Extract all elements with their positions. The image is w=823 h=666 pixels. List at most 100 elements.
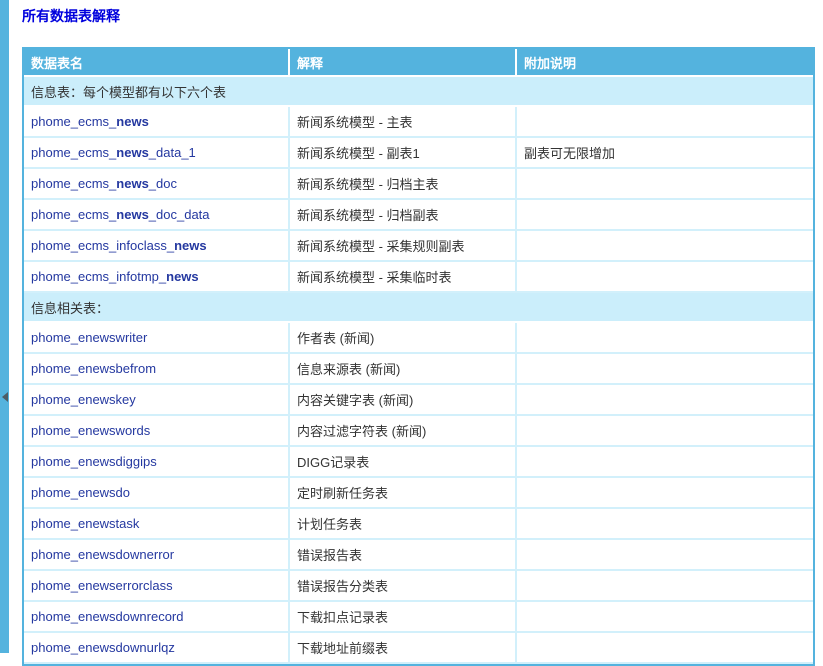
table-note-cell — [517, 540, 813, 571]
table-row: phome_enewswriter 作者表 (新闻) — [24, 323, 813, 354]
table-name-suffix-text: _doc — [149, 176, 177, 191]
table-row: phome_enewstask 计划任务表 — [24, 509, 813, 540]
table-note-cell — [517, 385, 813, 416]
database-tables-table: 数据表名 解释 附加说明 信息表：每个模型都有以下六个表phome_ecms_n… — [22, 47, 815, 666]
table-name-text: phome_enewskey — [31, 392, 136, 407]
table-note-cell — [517, 107, 813, 138]
table-explanation-cell: 内容过滤字符表 (新闻) — [290, 416, 517, 447]
table-note-cell — [517, 354, 813, 385]
table-explanation-cell: 新闻系统模型 - 归档主表 — [290, 169, 517, 200]
table-note-cell — [517, 509, 813, 540]
table-name-cell: phome_ecms_infotmp_news — [24, 262, 290, 293]
column-header-explanation: 解释 — [290, 49, 517, 77]
table-name-cell: phome_enewsdownurlqz — [24, 633, 290, 664]
table-explanation-cell: 新闻系统模型 - 副表1 — [290, 138, 517, 169]
table-row: phome_ecms_news新闻系统模型 - 主表 — [24, 107, 813, 138]
table-row: phome_enewsdownerror错误报告表 — [24, 540, 813, 571]
table-explanation-cell: 新闻系统模型 - 主表 — [290, 107, 517, 138]
table-name-text: phome_enewsdo — [31, 485, 130, 500]
table-note-cell: 副表可无限增加 — [517, 138, 813, 169]
table-name-text: phome_ecms_infoclass_ — [31, 238, 174, 253]
table-note-cell — [517, 231, 813, 262]
section-label: 信息相关表： — [24, 293, 813, 323]
table-name-text: phome_enewsdiggips — [31, 454, 157, 469]
table-row: phome_enewsdownrecord 下载扣点记录表 — [24, 602, 813, 633]
table-note-cell — [517, 447, 813, 478]
table-row: phome_enewsbefrom 信息来源表 (新闻) — [24, 354, 813, 385]
table-name-text: phome_enewserrorclass — [31, 578, 173, 593]
table-name-text: phome_ecms_ — [31, 176, 116, 191]
table-name-suffix-text: _data_1 — [149, 145, 196, 160]
table-name-cell: phome_ecms_infoclass_news — [24, 231, 290, 262]
table-header-row: 数据表名 解释 附加说明 — [24, 49, 813, 77]
table-note-cell — [517, 478, 813, 509]
table-name-text: phome_enewstask — [31, 516, 139, 531]
table-name-text: phome_enewsdownerror — [31, 547, 174, 562]
table-name-cell: phome_enewswriter — [24, 323, 290, 354]
table-note-cell — [517, 602, 813, 633]
table-name-bold-text: news — [116, 176, 149, 191]
table-note-cell — [517, 262, 813, 293]
table-name-cell: phome_enewsdo — [24, 478, 290, 509]
table-row: phome_ecms_infoclass_news新闻系统模型 - 采集规则副表 — [24, 231, 813, 262]
table-name-cell: phome_enewsbefrom — [24, 354, 290, 385]
table-name-suffix-text: _doc_data — [149, 207, 210, 222]
section-row: 信息相关表： — [24, 293, 813, 323]
table-explanation-cell: 信息来源表 (新闻) — [290, 354, 517, 385]
table-name-cell: phome_enewsdownerror — [24, 540, 290, 571]
table-note-cell — [517, 169, 813, 200]
table-explanation-cell: 错误报告分类表 — [290, 571, 517, 602]
table-row: phome_enewsdo 定时刷新任务表 — [24, 478, 813, 509]
table-row: phome_ecms_news_doc_data新闻系统模型 - 归档副表 — [24, 200, 813, 231]
table-row: phome_enewsdownurlqz下载地址前缀表 — [24, 633, 813, 664]
table-name-bold-text: news — [174, 238, 207, 253]
table-name-cell: phome_ecms_news_data_1 — [24, 138, 290, 169]
table-explanation-cell: 计划任务表 — [290, 509, 517, 540]
table-name-text: phome_enewswriter — [31, 330, 147, 345]
table-row: phome_ecms_infotmp_news新闻系统模型 - 采集临时表 — [24, 262, 813, 293]
table-explanation-cell: 新闻系统模型 - 采集临时表 — [290, 262, 517, 293]
table-explanation-cell: 下载地址前缀表 — [290, 633, 517, 664]
table-name-bold-text: news — [116, 145, 149, 160]
table-name-cell: phome_ecms_news — [24, 107, 290, 138]
table-name-cell: phome_enewstask — [24, 509, 290, 540]
table-note-cell — [517, 633, 813, 664]
table-explanation-cell: 下载扣点记录表 — [290, 602, 517, 633]
table-name-text: phome_ecms_ — [31, 114, 116, 129]
table-name-cell: phome_enewswords — [24, 416, 290, 447]
table-name-cell: phome_enewskey — [24, 385, 290, 416]
table-name-text: phome_enewsdownrecord — [31, 609, 183, 624]
table-name-text: phome_enewsbefrom — [31, 361, 156, 376]
table-explanation-cell: 新闻系统模型 - 归档副表 — [290, 200, 517, 231]
table-explanation-cell: 内容关键字表 (新闻) — [290, 385, 517, 416]
section-label: 信息表：每个模型都有以下六个表 — [24, 77, 813, 107]
table-name-bold-text: news — [166, 269, 199, 284]
table-row: phome_ecms_news_doc 新闻系统模型 - 归档主表 — [24, 169, 813, 200]
table-note-cell — [517, 323, 813, 354]
table-name-cell: phome_enewsdiggips — [24, 447, 290, 478]
table-name-cell: phome_enewserrorclass — [24, 571, 290, 602]
collapse-frame-arrow-icon[interactable] — [2, 392, 8, 402]
table-row: phome_enewswords 内容过滤字符表 (新闻) — [24, 416, 813, 447]
column-header-additional-note: 附加说明 — [517, 49, 813, 77]
table-row: phome_enewserrorclass 错误报告分类表 — [24, 571, 813, 602]
table-explanation-cell: 作者表 (新闻) — [290, 323, 517, 354]
table-name-cell: phome_ecms_news_doc_data — [24, 200, 290, 231]
column-header-table-name: 数据表名 — [24, 49, 290, 77]
help-content-pane: 所有数据表解释 数据表名 解释 附加说明 信息表：每个模型都有以下六个表phom… — [22, 0, 815, 666]
table-row: phome_enewskey 内容关键字表 (新闻) — [24, 385, 813, 416]
table-explanation-cell: 新闻系统模型 - 采集规则副表 — [290, 231, 517, 262]
table-note-cell — [517, 416, 813, 447]
table-name-cell: phome_enewsdownrecord — [24, 602, 290, 633]
table-name-text: phome_ecms_ — [31, 207, 116, 222]
table-name-text: phome_enewswords — [31, 423, 150, 438]
frame-divider — [0, 0, 9, 653]
table-row: phome_ecms_news_data_1新闻系统模型 - 副表1副表可无限增… — [24, 138, 813, 169]
table-note-cell — [517, 200, 813, 231]
table-explanation-cell: DIGG记录表 — [290, 447, 517, 478]
table-name-bold-text: news — [116, 114, 149, 129]
table-name-text: phome_ecms_infotmp_ — [31, 269, 166, 284]
table-row: phome_enewsdiggips DIGG记录表 — [24, 447, 813, 478]
table-explanation-cell: 定时刷新任务表 — [290, 478, 517, 509]
section-row: 信息表：每个模型都有以下六个表 — [24, 77, 813, 107]
